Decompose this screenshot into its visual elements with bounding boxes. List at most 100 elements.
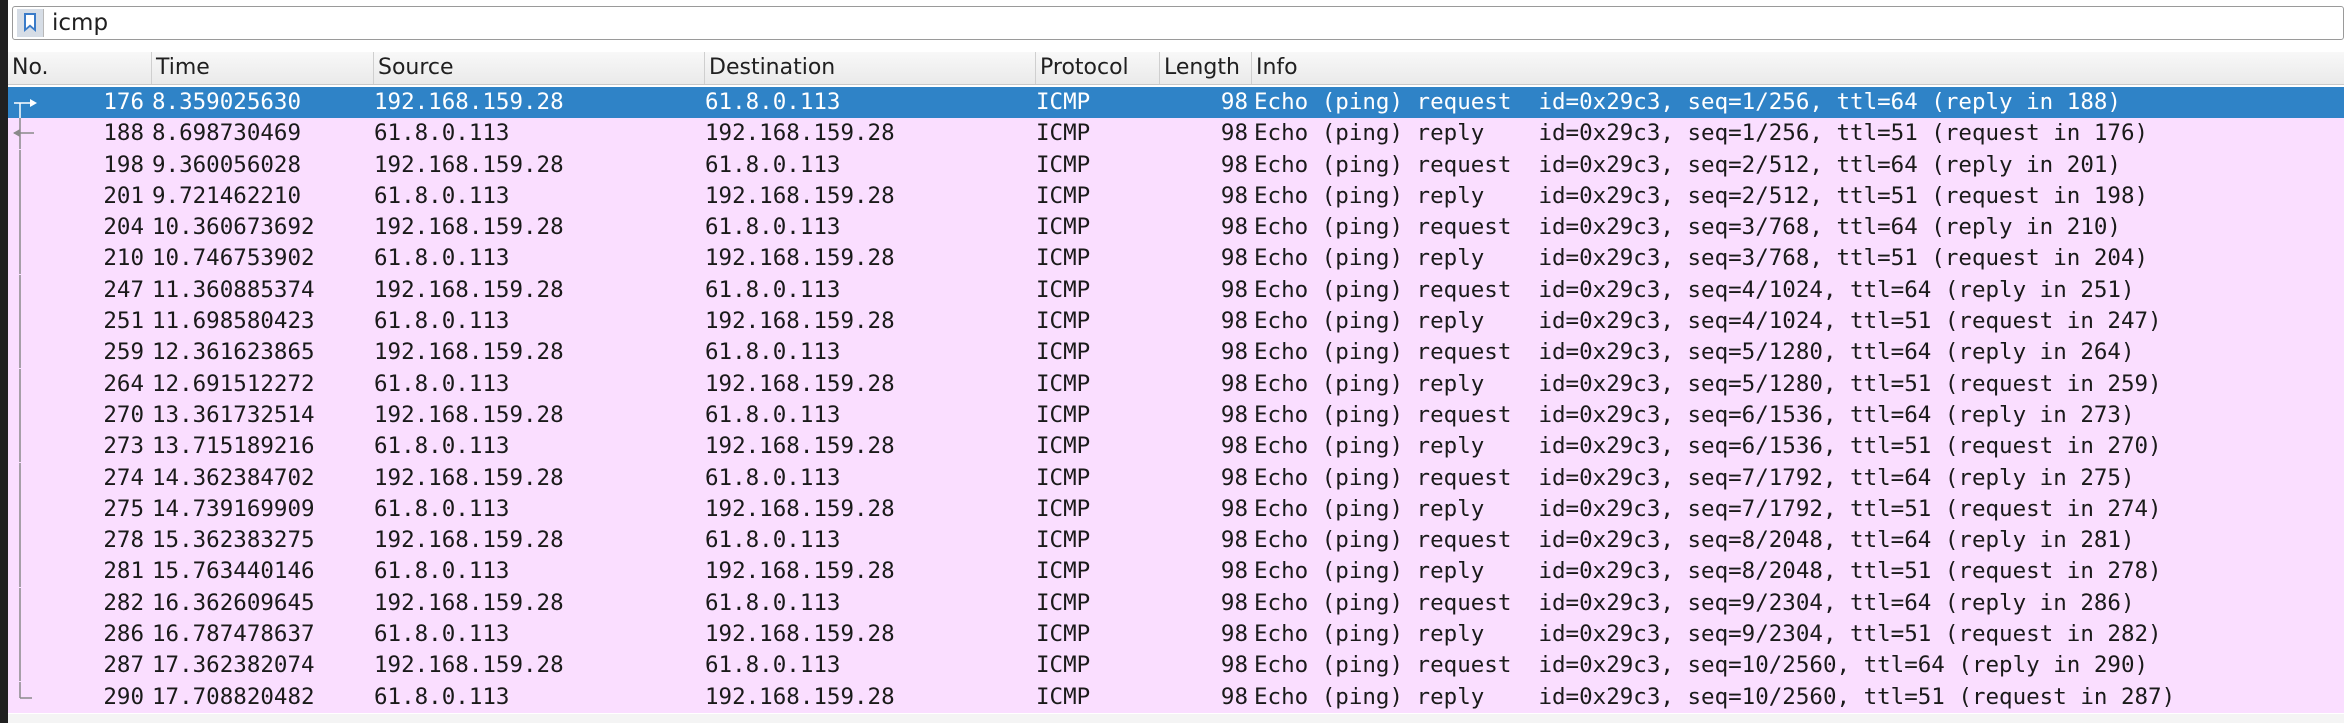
column-header-info[interactable]: Info <box>1252 52 2344 84</box>
packet-source: 192.168.159.28 <box>374 151 564 178</box>
packet-source: 61.8.0.113 <box>374 683 510 710</box>
packet-source: 192.168.159.28 <box>374 339 564 366</box>
packet-destination: 192.168.159.28 <box>705 433 895 460</box>
packet-time: 10.360673692 <box>152 214 315 241</box>
packet-info: Echo (ping) request id=0x29c3, seq=7/179… <box>1254 464 2135 491</box>
packet-destination: 61.8.0.113 <box>705 214 841 241</box>
packet-info: Echo (ping) reply id=0x29c3, seq=8/2048,… <box>1254 558 2162 585</box>
display-filter-bar[interactable] <box>12 6 2344 40</box>
packet-info: Echo (ping) request id=0x29c3, seq=5/128… <box>1254 339 2135 366</box>
packet-destination: 61.8.0.113 <box>705 339 841 366</box>
packet-row[interactable]: 204 10.360673692 192.168.159.28 61.8.0.113 I… <box>8 212 2344 244</box>
packet-number: 210 <box>103 245 144 272</box>
packet-row[interactable]: 290 17.708820482 61.8.0.113 192.168.159.28 I… <box>8 681 2344 713</box>
packet-protocol: ICMP <box>1036 151 1091 178</box>
packet-protocol: ICMP <box>1036 214 1091 241</box>
column-header-source[interactable]: Source <box>374 52 705 84</box>
packet-row[interactable]: 264 12.691512272 61.8.0.113 192.168.159.28 I… <box>8 368 2344 400</box>
packet-row[interactable]: 282 16.362609645 192.168.159.28 61.8.0.113 I… <box>8 587 2344 620</box>
packet-list-window: No. Time Source Destination Protocol Len… <box>8 0 2344 723</box>
packet-list-header: No. Time Source Destination Protocol Len… <box>8 52 2344 85</box>
packet-number: 278 <box>103 527 144 554</box>
column-header-no[interactable]: No. <box>8 52 152 84</box>
packet-row[interactable]: 286 16.787478637 61.8.0.113 192.168.159.28 I… <box>8 619 2344 651</box>
packet-row[interactable]: 275 14.739169909 61.8.0.113 192.168.159.28 I… <box>8 493 2344 526</box>
packet-number: 281 <box>103 558 144 585</box>
packet-row[interactable]: 270 13.361732514 192.168.159.28 61.8.0.113 I… <box>8 399 2344 432</box>
packet-source: 192.168.159.28 <box>374 214 564 241</box>
column-header-protocol[interactable]: Protocol <box>1036 52 1160 84</box>
packet-source: 61.8.0.113 <box>374 621 510 648</box>
packet-time: 17.708820482 <box>152 683 315 710</box>
packet-protocol: ICMP <box>1036 495 1091 522</box>
packet-protocol: ICMP <box>1036 308 1091 335</box>
column-header-time[interactable]: Time <box>152 52 374 84</box>
packet-destination: 61.8.0.113 <box>705 652 841 679</box>
bookmark-icon[interactable] <box>17 9 44 37</box>
packet-destination: 192.168.159.28 <box>705 120 895 147</box>
packet-row[interactable]: 210 10.746753902 61.8.0.113 192.168.159.28 I… <box>8 243 2344 275</box>
packet-time: 17.362382074 <box>152 652 315 679</box>
packet-destination: 192.168.159.28 <box>705 370 895 397</box>
packet-row[interactable]: 273 13.715189216 61.8.0.113 192.168.159.28 I… <box>8 431 2344 463</box>
packet-protocol: ICMP <box>1036 621 1091 648</box>
packet-protocol: ICMP <box>1036 558 1091 585</box>
packet-row[interactable]: 247 11.360885374 192.168.159.28 61.8.0.113 I… <box>8 274 2344 307</box>
packet-info: Echo (ping) request id=0x29c3, seq=3/768… <box>1254 214 2121 241</box>
packet-length: 98 <box>1220 245 1248 272</box>
packet-info: Echo (ping) request id=0x29c3, seq=4/102… <box>1254 276 2135 303</box>
packet-info: Echo (ping) request id=0x29c3, seq=9/230… <box>1254 589 2135 616</box>
packet-time: 15.362383275 <box>152 527 315 554</box>
packet-row[interactable]: 176 8.359025630 192.168.159.28 61.8.0.113 IC… <box>8 87 2344 119</box>
packet-time: 9.360056028 <box>152 151 302 178</box>
packet-time: 13.361732514 <box>152 401 315 428</box>
packet-destination: 192.168.159.28 <box>705 308 895 335</box>
column-header-destination[interactable]: Destination <box>705 52 1036 84</box>
packet-number: 287 <box>103 652 144 679</box>
packet-info: Echo (ping) reply id=0x29c3, seq=1/256, … <box>1254 120 2149 147</box>
packet-row[interactable]: 281 15.763440146 61.8.0.113 192.168.159.28 I… <box>8 556 2344 588</box>
packet-info: Echo (ping) request id=0x29c3, seq=2/512… <box>1254 151 2121 178</box>
packet-source: 192.168.159.28 <box>374 276 564 303</box>
packet-number: 274 <box>103 464 144 491</box>
packet-info: Echo (ping) reply id=0x29c3, seq=5/1280,… <box>1254 370 2162 397</box>
packet-row[interactable]: 198 9.360056028 192.168.159.28 61.8.0.113 IC… <box>8 149 2344 181</box>
packet-row[interactable]: 188 8.698730469 61.8.0.113 192.168.159.28 IC… <box>8 118 2344 150</box>
packet-number: 273 <box>103 433 144 460</box>
packet-length: 98 <box>1220 464 1248 491</box>
packet-row[interactable]: 201 9.721462210 61.8.0.113 192.168.159.28 IC… <box>8 180 2344 213</box>
packet-time: 16.362609645 <box>152 589 315 616</box>
packet-row[interactable]: 259 12.361623865 192.168.159.28 61.8.0.113 I… <box>8 337 2344 369</box>
packet-row[interactable]: 274 14.362384702 192.168.159.28 61.8.0.113 I… <box>8 462 2344 494</box>
packet-source: 61.8.0.113 <box>374 370 510 397</box>
packet-length: 98 <box>1220 89 1248 115</box>
display-filter-input[interactable] <box>44 7 2254 39</box>
packet-source: 61.8.0.113 <box>374 558 510 585</box>
packet-number: 251 <box>103 308 144 335</box>
column-header-length[interactable]: Length <box>1160 52 1252 84</box>
packet-length: 98 <box>1220 495 1248 522</box>
packet-source: 192.168.159.28 <box>374 464 564 491</box>
packet-length: 98 <box>1220 182 1248 209</box>
packet-time: 8.359025630 <box>152 89 302 115</box>
packet-length: 98 <box>1220 214 1248 241</box>
packet-row[interactable]: 278 15.362383275 192.168.159.28 61.8.0.113 I… <box>8 525 2344 557</box>
packet-row[interactable]: 251 11.698580423 61.8.0.113 192.168.159.28 I… <box>8 306 2344 338</box>
packet-protocol: ICMP <box>1036 464 1091 491</box>
packet-time: 12.691512272 <box>152 370 315 397</box>
packet-info: Echo (ping) request id=0x29c3, seq=8/204… <box>1254 527 2135 554</box>
packet-destination: 61.8.0.113 <box>705 527 841 554</box>
packet-info: Echo (ping) request id=0x29c3, seq=6/153… <box>1254 401 2135 428</box>
packet-source: 61.8.0.113 <box>374 308 510 335</box>
packet-time: 13.715189216 <box>152 433 315 460</box>
packet-time: 12.361623865 <box>152 339 315 366</box>
packet-source: 61.8.0.113 <box>374 433 510 460</box>
packet-number: 259 <box>103 339 144 366</box>
packet-protocol: ICMP <box>1036 370 1091 397</box>
packet-row[interactable]: 287 17.362382074 192.168.159.28 61.8.0.113 I… <box>8 650 2344 682</box>
packet-length: 98 <box>1220 652 1248 679</box>
packet-destination: 192.168.159.28 <box>705 495 895 522</box>
packet-number: 204 <box>103 214 144 241</box>
packet-destination: 61.8.0.113 <box>705 589 841 616</box>
packet-time: 14.362384702 <box>152 464 315 491</box>
